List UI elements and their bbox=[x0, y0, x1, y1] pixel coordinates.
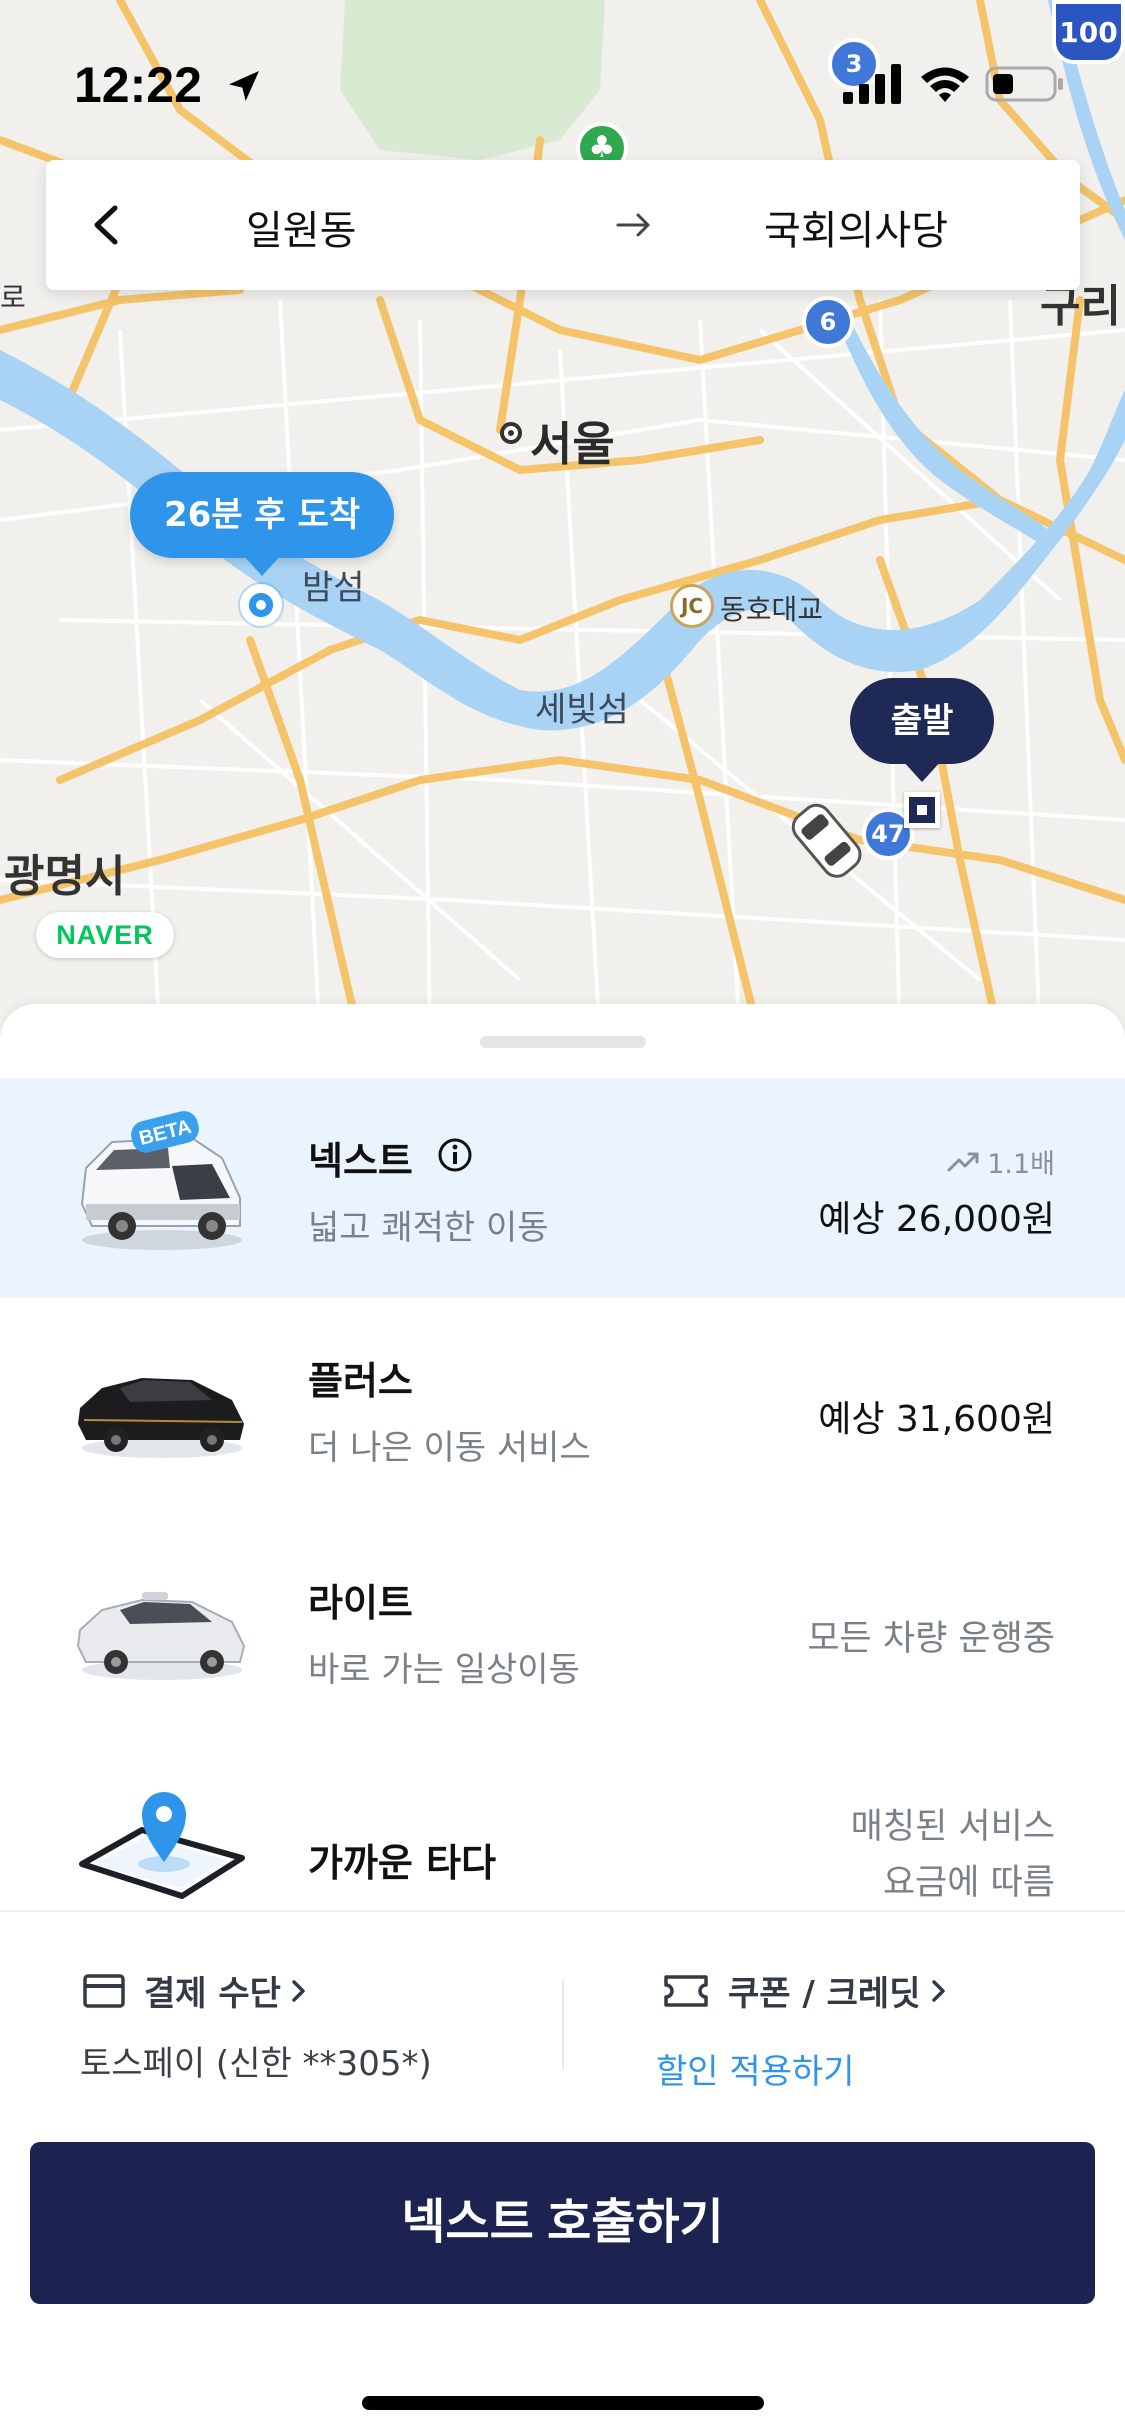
status-time: 12:22 bbox=[74, 56, 264, 114]
ticket-icon bbox=[664, 1974, 708, 2007]
payment-method-value: 토스페이 (신한 **305*) bbox=[80, 2044, 432, 2084]
trending-up-icon bbox=[947, 1152, 979, 1171]
map-view[interactable]: ♣ 100 3 6 서울 밤섬 세빛섬 JC 동호대교 광명시 구리 로 26분… bbox=[0, 0, 1125, 1040]
white-sedan-icon bbox=[76, 1592, 246, 1680]
van-icon: BETA bbox=[80, 1111, 242, 1250]
chevron-right-icon bbox=[292, 1979, 305, 2002]
ride-option-subtitle: 더 나은 이동 서비스 bbox=[308, 1428, 591, 1468]
payment-method-button[interactable]: 결제 수단 bbox=[82, 1966, 309, 2015]
clock-text: 12:22 bbox=[74, 57, 202, 113]
coupon-label: 쿠폰 / 크레딧 bbox=[728, 1974, 921, 2014]
city-marker-icon bbox=[500, 422, 522, 444]
route-bar: 일원동 국회의사당 bbox=[46, 160, 1080, 290]
ride-option-status: 모든 차량 운행중 bbox=[807, 1619, 1055, 1659]
map-label-ro: 로 bbox=[0, 281, 26, 314]
ride-option-subtitle: 바로 가는 일상이동 bbox=[308, 1650, 580, 1690]
wifi-icon bbox=[921, 67, 969, 102]
payment-method-label: 결제 수단 bbox=[144, 1974, 281, 2014]
back-chevron-icon bbox=[94, 205, 118, 245]
ride-option-name: 플러스 bbox=[308, 1359, 413, 1403]
surge-value: 1.1배 bbox=[987, 1149, 1055, 1180]
location-arrow-icon bbox=[228, 71, 259, 101]
ride-option-lite[interactable]: 라이트 바로 가는 일상이동 모든 차량 운행중 bbox=[0, 1520, 1125, 1740]
payment-method-header: 결제 수단 bbox=[82, 1966, 309, 2015]
ride-option-nearest[interactable]: 가까운 타다 매칭된 서비스 요금에 따름 bbox=[0, 1742, 1125, 1910]
map-label-gwangmyeong: 광명시 bbox=[4, 851, 126, 902]
ride-option-name: 넥스트 bbox=[308, 1139, 413, 1183]
coupon-header: 쿠폰 / 크레딧 bbox=[662, 1966, 949, 2015]
car-marker-icon bbox=[791, 803, 862, 878]
map-label-saebitseom: 세빛섬 bbox=[535, 690, 629, 730]
ride-option-status-line2: 요금에 따름 bbox=[882, 1863, 1055, 1903]
coupon-button[interactable]: 쿠폰 / 크레딧 bbox=[662, 1966, 949, 2015]
map-label-bamseom: 밤섬 bbox=[302, 568, 365, 608]
junction-badge: JC bbox=[670, 584, 714, 628]
ride-option-name: 가까운 타다 bbox=[308, 1841, 497, 1885]
section-divider bbox=[0, 1910, 1125, 1912]
ride-option-name: 라이트 bbox=[308, 1581, 413, 1625]
cellular-signal-icon bbox=[843, 64, 901, 104]
arrival-time-bubble: 26분 후 도착 bbox=[130, 472, 394, 576]
route-badge: 6 bbox=[802, 296, 854, 348]
back-button[interactable] bbox=[74, 193, 138, 257]
call-ride-button[interactable]: 넥스트 호출하기 bbox=[30, 2142, 1095, 2304]
ride-option-price: 예상 31,600원 bbox=[818, 1399, 1055, 1440]
black-sedan-icon bbox=[78, 1378, 244, 1458]
map-label-dongho-bridge: 동호대교 bbox=[720, 593, 824, 626]
status-bar: 12:22 bbox=[0, 0, 1125, 150]
destination-field[interactable]: 국회의사당 bbox=[764, 198, 948, 256]
surge-multiplier: 1.1배 bbox=[947, 1142, 1055, 1181]
sheet-drag-handle[interactable] bbox=[480, 1036, 646, 1048]
apply-discount-link[interactable]: 할인 적용하기 bbox=[656, 2044, 855, 2093]
ride-option-next[interactable]: BETA 넥스트 넓고 쾌적한 이동 1.1배 예상 26,000원 bbox=[0, 1078, 1125, 1298]
payment-divider bbox=[562, 1980, 564, 2070]
chevron-right-icon bbox=[931, 1979, 945, 2002]
ride-option-status-line1: 매칭된 서비스 bbox=[850, 1807, 1055, 1847]
arrow-right-icon bbox=[616, 213, 650, 237]
card-icon bbox=[83, 1973, 125, 2008]
phone-location-icon bbox=[79, 1792, 245, 1899]
naver-logo: NAVER bbox=[36, 912, 174, 958]
ride-option-plus[interactable]: 플러스 더 나은 이동 서비스 예상 31,600원 bbox=[0, 1298, 1125, 1518]
origin-marker-icon bbox=[904, 792, 940, 828]
departure-bubble: 출발 bbox=[850, 678, 994, 782]
map-label-seoul: 서울 bbox=[530, 417, 615, 471]
ride-option-subtitle: 넓고 쾌적한 이동 bbox=[308, 1208, 549, 1248]
info-icon[interactable] bbox=[436, 1136, 474, 1174]
home-indicator bbox=[362, 2396, 764, 2410]
status-icons bbox=[843, 62, 1065, 106]
origin-field[interactable]: 일원동 bbox=[246, 198, 356, 256]
destination-marker-icon bbox=[240, 584, 282, 626]
battery-icon bbox=[985, 66, 1063, 102]
ride-option-price: 예상 26,000원 bbox=[818, 1199, 1055, 1240]
